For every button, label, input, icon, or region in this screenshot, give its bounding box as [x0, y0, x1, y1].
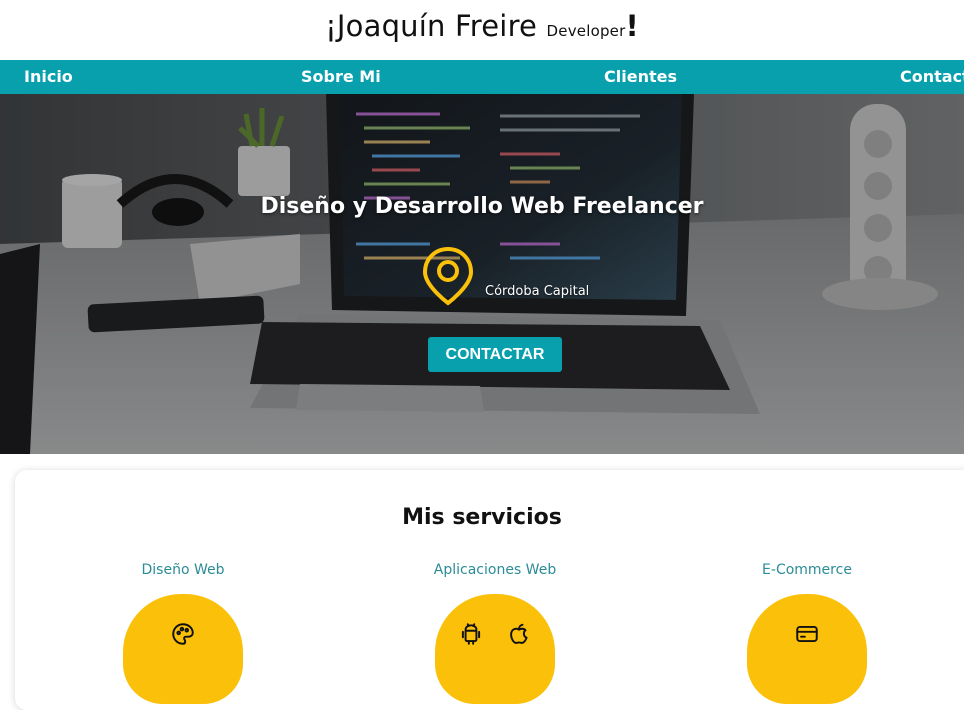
site-title-main: ¡Joaquín Freire [325, 9, 538, 43]
service-icon-blob-e-commerce [747, 594, 867, 704]
service-icon-blob-aplicaciones-web [435, 594, 555, 704]
service-label-diseno-web: Diseño Web [141, 562, 225, 578]
hero-heading: Diseño y Desarrollo Web Freelancer [260, 194, 704, 219]
palette-icon [172, 623, 194, 645]
services-title: Mis servicios [402, 505, 562, 530]
site-title-exclamation: ! [625, 9, 639, 43]
location-pin-icon [422, 246, 474, 306]
service-label-aplicaciones-web: Aplicaciones Web [433, 562, 557, 578]
nav-link-clientes[interactable]: Clientes [604, 60, 677, 94]
nav-link-inicio[interactable]: Inicio [24, 60, 73, 94]
credit-card-icon [796, 625, 818, 643]
service-label-e-commerce: E-Commerce [762, 562, 852, 578]
nav-link-sobre-mi[interactable]: Sobre Mi [301, 60, 381, 94]
service-icon-blob-diseno-web [123, 594, 243, 704]
contactar-button[interactable]: CONTACTAR [428, 337, 562, 372]
main-navbar: Inicio Sobre Mi Clientes Contacto [0, 60, 964, 94]
site-header: ¡Joaquín Freire Developer! [0, 0, 964, 60]
nav-link-contacto[interactable]: Contacto [900, 60, 964, 94]
android-icon [461, 623, 481, 645]
apple-icon [510, 623, 528, 644]
site-title-subtitle: Developer [546, 22, 626, 40]
hero-section: Diseño y Desarrollo Web Freelancer Córdo… [0, 94, 964, 454]
location-text: Córdoba Capital [485, 284, 590, 299]
hero-dark-overlay [0, 94, 964, 454]
site-title: ¡Joaquín Freire Developer! [325, 9, 639, 43]
